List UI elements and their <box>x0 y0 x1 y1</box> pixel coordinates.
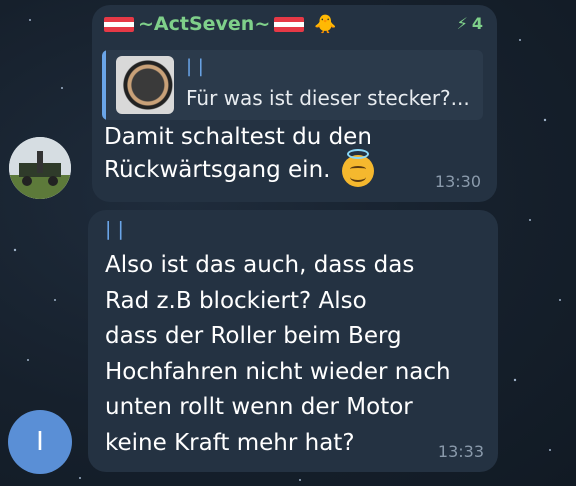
boost-badge[interactable]: ⚡ 4 <box>457 14 483 33</box>
message-line: Damit schaltest du den <box>104 124 372 150</box>
sender-avatar[interactable] <box>9 137 71 199</box>
sender-name[interactable]: ~ActSeven~ 🐥 <box>104 13 337 35</box>
message-line: Rückwärtsgang ein. <box>104 157 331 183</box>
message-timestamp: 13:33 <box>437 442 484 461</box>
reply-accent-bar <box>102 50 106 120</box>
avatar-photo-icon <box>9 137 71 199</box>
austria-flag-icon <box>104 16 134 32</box>
user-avatar[interactable]: I <box>8 410 72 474</box>
message-line: dass der Roller beim Berg <box>105 323 402 349</box>
avatar-initial: I <box>36 427 44 457</box>
message-text: Also ist das auch, dass das Rad z.B bloc… <box>105 248 451 461</box>
message-line: keine Kraft mehr hat? <box>105 429 355 456</box>
boost-count: 4 <box>471 14 483 33</box>
boost-lightning-icon: ⚡ <box>456 14 468 33</box>
reply-sender-name: | | <box>186 56 204 77</box>
reply-text: Für was ist dieser stecker?... <box>186 86 470 110</box>
reply-image-thumbnail <box>116 56 174 114</box>
message-timestamp: 13:30 <box>434 172 481 191</box>
austria-flag-icon <box>274 16 305 32</box>
smiling-face-with-halo-icon <box>341 148 374 187</box>
message-line: unten rollt wenn der Motor <box>105 394 413 420</box>
message-line: Hochfahren nicht wieder nach <box>105 358 451 385</box>
message-bubble[interactable]: | | Also ist das auch, dass das Rad z.B … <box>88 210 498 472</box>
message-bubble[interactable]: ~ActSeven~ 🐥 ⚡ 4 | | Für was ist dieser … <box>92 5 497 202</box>
message-line: Rad z.B blockiert? Also <box>105 287 367 314</box>
reply-preview[interactable]: | | Für was ist dieser stecker?... <box>102 50 483 120</box>
sender-name-text: ~ActSeven~ <box>138 13 271 35</box>
duck-emoji-icon: 🐥 <box>314 13 337 35</box>
sender-name[interactable]: | | <box>105 218 124 240</box>
message-line: Also ist das auch, dass das <box>105 252 415 278</box>
message-text: Damit schaltest du den Rückwärtsgang ein… <box>104 121 374 187</box>
